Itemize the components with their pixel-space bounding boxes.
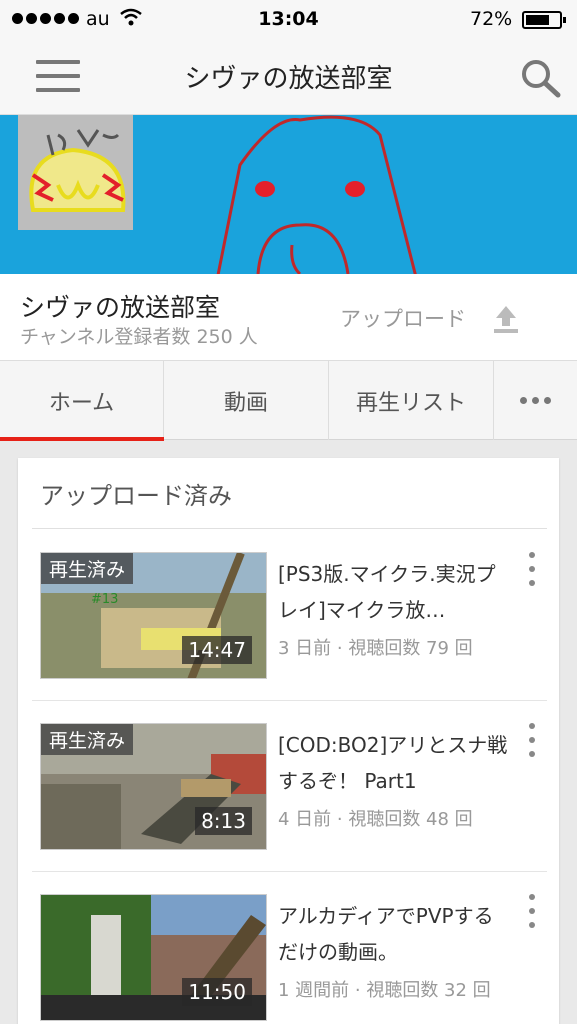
channel-name: シヴァの放送部室 <box>20 293 221 322</box>
status-bar: au 13:04 72% <box>0 0 577 40</box>
tab-videos[interactable]: 動画 <box>164 361 329 440</box>
video-list-item[interactable]: 11:50 アルカディアでPVPするだけの動画。 1 週間前 · 視聴回数 32… <box>32 872 547 1024</box>
upload-label: アップロード <box>340 307 466 331</box>
tab-label: ホーム <box>48 390 115 416</box>
video-thumbnail[interactable]: #13 再生済み 14:47 <box>40 552 267 679</box>
divider <box>32 528 547 529</box>
tab-more[interactable] <box>494 361 577 440</box>
upload-button[interactable]: アップロード <box>340 298 522 338</box>
video-thumbnail[interactable]: 11:50 <box>40 894 267 1021</box>
tab-label: 動画 <box>223 390 268 416</box>
channel-avatar[interactable] <box>18 115 133 230</box>
battery-percent: 72% <box>470 8 513 30</box>
section-title: アップロード済み <box>40 482 232 510</box>
video-duration: 11:50 <box>182 978 252 1006</box>
video-duration: 14:47 <box>182 636 252 664</box>
avatar-drawing <box>29 129 126 212</box>
video-thumbnail[interactable]: 再生済み 8:13 <box>40 723 267 850</box>
video-title[interactable]: [COD:BO2]アリとスナ戦するぞ！ Part1 <box>278 727 508 799</box>
tab-home[interactable]: ホーム <box>0 361 164 441</box>
video-list-item[interactable]: 再生済み 8:13 [COD:BO2]アリとスナ戦するぞ！ Part1 4 日前… <box>32 701 547 872</box>
tab-playlists[interactable]: 再生リスト <box>329 361 494 440</box>
channel-banner <box>0 115 577 274</box>
overflow-menu-icon[interactable] <box>526 552 538 586</box>
uploaded-section: アップロード済み #13 再生済み 14:47 [PS3版.マイクラ.実況プレイ… <box>18 458 559 1024</box>
channel-tabs: ホーム 動画 再生リスト <box>0 361 577 441</box>
overflow-menu-icon[interactable] <box>526 723 538 757</box>
video-meta: 4 日前 · 視聴回数 48 回 <box>278 809 473 830</box>
video-duration: 8:13 <box>195 807 252 835</box>
battery-icon <box>522 11 566 29</box>
video-title[interactable]: アルカディアでPVPするだけの動画。 <box>278 898 508 970</box>
video-meta: 1 週間前 · 視聴回数 32 回 <box>278 980 491 1001</box>
channel-header: シヴァの放送部室 チャンネル登録者数 250 人 アップロード <box>0 274 577 361</box>
upload-icon <box>494 306 518 333</box>
svg-text:#13: #13 <box>91 592 118 607</box>
video-list-item[interactable]: #13 再生済み 14:47 [PS3版.マイクラ.実況プレイ]マイクラ放… 3… <box>32 530 547 701</box>
video-meta: 3 日前 · 視聴回数 79 回 <box>278 638 473 659</box>
tab-label: 再生リスト <box>355 390 466 416</box>
search-icon[interactable] <box>519 58 563 98</box>
overflow-menu-icon[interactable] <box>526 894 538 928</box>
video-title[interactable]: [PS3版.マイクラ.実況プレイ]マイクラ放… <box>278 556 508 628</box>
watched-badge: 再生済み <box>41 553 134 584</box>
page-title: シヴァの放送部室 <box>184 64 393 94</box>
watched-badge: 再生済み <box>41 724 134 755</box>
app-bar: シヴァの放送部室 <box>0 40 577 115</box>
more-icon <box>520 397 551 404</box>
subscriber-count: チャンネル登録者数 250 人 <box>20 326 258 348</box>
